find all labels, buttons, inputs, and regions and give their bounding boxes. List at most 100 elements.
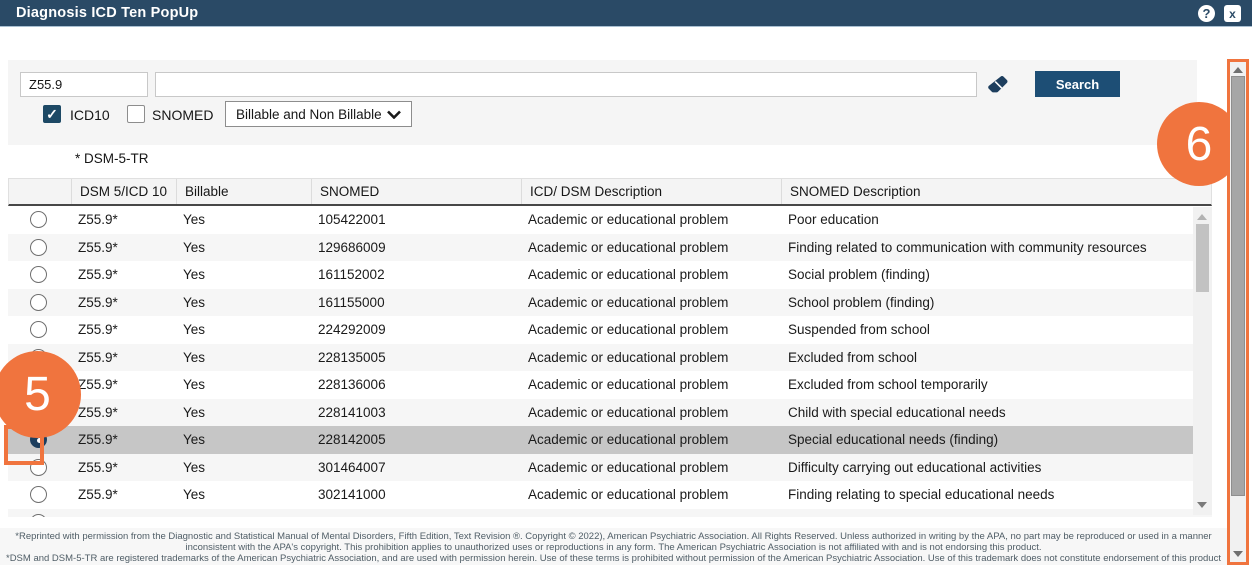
cell-icd-dsm-description: Academic or educational problem <box>528 349 729 365</box>
cell-snomed-description: Excluded from school temporarily <box>788 377 988 393</box>
cell-billable: Yes <box>183 322 206 338</box>
cell-dsm-icd10: Z55.9* <box>78 294 118 310</box>
cell-dsm-icd10: Z55.9* <box>78 377 118 393</box>
cell-snomed-description: Difficulty carrying out educational acti… <box>788 459 1042 475</box>
scroll-up-icon[interactable] <box>1197 214 1207 220</box>
row-radio-button[interactable] <box>30 321 47 339</box>
cell-snomed: 228136006 <box>318 377 386 393</box>
header-icd-dsm-description: ICD/ DSM Description <box>521 179 781 204</box>
table-row[interactable]: Z55.9* Yes 228142005 Academic or educati… <box>8 426 1212 454</box>
cell-billable: Yes <box>183 459 206 475</box>
search-button[interactable]: Search <box>1035 71 1120 97</box>
icd10-checkbox[interactable] <box>43 105 61 123</box>
cell-dsm-icd10: Z55.9* <box>78 322 118 338</box>
row-radio-button[interactable] <box>30 238 47 256</box>
cell-billable: Yes <box>183 487 206 503</box>
icd10-checkbox-label: ICD10 <box>70 107 110 123</box>
cell-icd-dsm-description: Academic or educational problem <box>528 212 729 228</box>
cell-icd-dsm-description: Academic or educational problem <box>528 377 729 393</box>
row-radio-button[interactable] <box>30 211 47 229</box>
table-row[interactable]: Z55.9* Yes 105422001 Academic or educati… <box>8 206 1212 234</box>
diagnosis-results-table: DSM 5/ICD 10 Billable SNOMED ICD/ DSM De… <box>8 178 1212 517</box>
row-radio-button[interactable] <box>30 293 47 311</box>
cell-icd-dsm-description: Academic or educational problem <box>528 404 729 420</box>
apa-disclaimer: *Reprinted with permission from the Diag… <box>0 528 1227 565</box>
disclaimer-line-1: *Reprinted with permission from the Diag… <box>15 531 1212 542</box>
header-billable: Billable <box>176 179 311 204</box>
cell-snomed-description: Child with special educational needs <box>788 404 1006 420</box>
cell-snomed-description: Social problem (finding) <box>788 267 930 283</box>
titlebar-icons: ? x <box>1198 5 1241 22</box>
cell-icd-dsm-description: Academic or educational problem <box>528 239 729 255</box>
page-scrollbar[interactable] <box>1227 59 1249 565</box>
table-row[interactable]: Z55.9* Yes 301464007 Academic or educati… <box>8 453 1212 481</box>
snomed-checkbox-label: SNOMED <box>152 107 214 123</box>
cell-dsm-icd10: Z55.9* <box>78 404 118 420</box>
table-row[interactable]: Z55.9* Yes 224292009 Academic or educati… <box>8 316 1212 344</box>
cell-snomed: 161152002 <box>318 267 385 283</box>
page-scroll-down-icon[interactable] <box>1233 551 1243 557</box>
billable-filter-select[interactable]: Billable and Non Billable <box>225 101 412 127</box>
cell-dsm-icd10: Z55.9* <box>78 212 118 228</box>
cell-billable: Yes <box>183 377 206 393</box>
cell-snomed-description: Excluded from school <box>788 349 918 365</box>
table-scrollbar-thumb[interactable] <box>1196 224 1209 292</box>
header-snomed-description: SNOMED Description <box>781 179 1211 204</box>
cell-dsm-icd10: Z55.9* <box>78 349 118 365</box>
chevron-down-icon <box>387 110 401 119</box>
cell-icd-dsm-description: Academic or educational problem <box>528 487 729 503</box>
cell-snomed: 228142005 <box>318 432 386 448</box>
eraser-icon <box>988 76 1008 93</box>
table-row[interactable]: Z55.9* Yes 161155000 Academic or educati… <box>8 288 1212 316</box>
cell-dsm-icd10: Z55.9* <box>78 432 118 448</box>
diagnosis-code-input[interactable] <box>20 72 148 97</box>
cell-snomed: 228141003 <box>318 404 386 420</box>
cell-snomed: 224292009 <box>318 322 386 338</box>
table-row[interactable]: Z55.9* Yes 129686009 Academic or educati… <box>8 233 1212 261</box>
cell-billable: Yes <box>183 404 206 420</box>
cell-dsm-icd10: Z55.9* <box>78 267 118 283</box>
cell-billable: Yes <box>183 239 206 255</box>
cell-icd-dsm-description: Academic or educational problem <box>528 459 729 475</box>
cell-billable: Yes <box>183 212 206 228</box>
close-icon[interactable]: x <box>1224 5 1241 22</box>
table-body: Z55.9* Yes 105422001 Academic or educati… <box>8 206 1212 517</box>
cell-snomed-description: School problem (finding) <box>788 294 935 310</box>
cell-snomed: 105422001 <box>318 212 386 228</box>
table-row[interactable]: Z55.9* Yes 228136006 Academic or educati… <box>8 371 1212 399</box>
cell-icd-dsm-description: Academic or educational problem <box>528 294 729 310</box>
header-radio-column <box>9 179 71 204</box>
cell-billable: Yes <box>183 349 206 365</box>
disclaimer-line-3: *DSM and DSM-5-TR are registered tradema… <box>6 553 1221 564</box>
table-row[interactable]: Z55.9* Yes 228141003 Academic or educati… <box>8 398 1212 426</box>
cell-dsm-icd10: Z55.9* <box>78 239 118 255</box>
scroll-down-icon[interactable] <box>1197 502 1207 508</box>
cell-dsm-icd10: Z55.9* <box>78 487 118 503</box>
row-radio-button[interactable] <box>30 513 47 517</box>
page-scrollbar-thumb[interactable] <box>1231 76 1245 496</box>
table-header: DSM 5/ICD 10 Billable SNOMED ICD/ DSM De… <box>8 178 1212 206</box>
table-row[interactable]: Z55.9* Yes 302141000 Academic or educati… <box>8 481 1212 509</box>
page-scroll-up-icon[interactable] <box>1233 67 1243 73</box>
cell-icd-dsm-description: Academic or educational problem <box>528 432 729 448</box>
table-row[interactable] <box>8 508 1212 517</box>
popup-title: Diagnosis ICD Ten PopUp <box>16 5 199 21</box>
cell-icd-dsm-description: Academic or educational problem <box>528 267 729 283</box>
clear-search-button[interactable] <box>984 73 1010 97</box>
search-query-input[interactable] <box>155 72 977 97</box>
table-scrollbar[interactable] <box>1193 207 1212 515</box>
help-icon[interactable]: ? <box>1198 5 1215 22</box>
cell-snomed: 161155000 <box>318 294 385 310</box>
table-row[interactable]: Z55.9* Yes 228135005 Academic or educati… <box>8 343 1212 371</box>
cell-snomed-description: Suspended from school <box>788 322 930 338</box>
cell-snomed-description: Poor education <box>788 212 879 228</box>
snomed-checkbox[interactable] <box>127 105 145 123</box>
billable-filter-value: Billable and Non Billable <box>236 106 382 122</box>
disclaimer-line-2: inconsistent with the APA's copyright. T… <box>185 542 1042 553</box>
cell-snomed-description: Special educational needs (finding) <box>788 432 999 448</box>
dsm-5-tr-note: * DSM-5-TR <box>75 151 149 166</box>
table-row[interactable]: Z55.9* Yes 161152002 Academic or educati… <box>8 261 1212 289</box>
row-radio-button[interactable] <box>30 266 47 284</box>
cell-dsm-icd10: Z55.9* <box>78 459 118 475</box>
row-radio-button[interactable] <box>30 486 47 504</box>
